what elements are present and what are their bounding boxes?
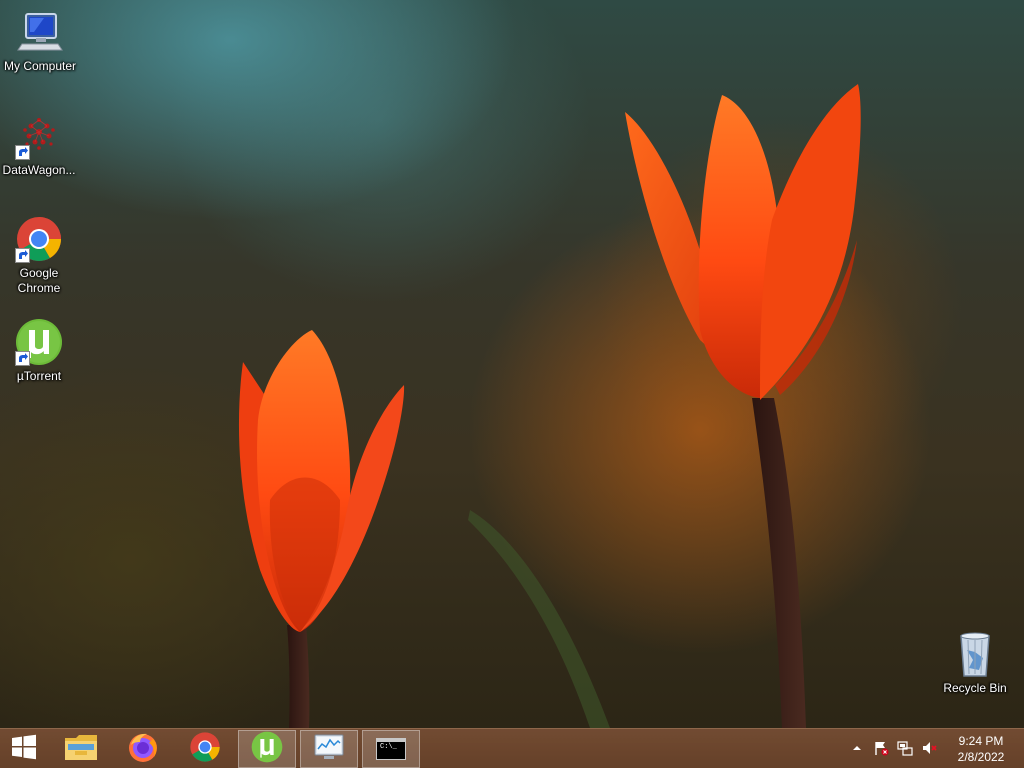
desktop-icon-label: Recycle Bin: [943, 681, 1007, 695]
taskbar-firefox-button[interactable]: [114, 730, 172, 768]
desktop-icon-google-chrome[interactable]: Google Chrome: [0, 215, 79, 296]
taskbar-command-prompt-button[interactable]: C:\_: [362, 730, 420, 768]
recycle-bin-icon: [951, 630, 999, 678]
volume-muted-icon[interactable]: [920, 739, 938, 757]
taskbar-utorrent-button[interactable]: [238, 730, 296, 768]
desktop-icon-datawagon[interactable]: DataWagon...: [0, 112, 79, 178]
shortcut-arrow-icon: [15, 145, 30, 160]
tulips-illustration: [238, 84, 861, 728]
show-hidden-icons-chevron[interactable]: [848, 739, 866, 757]
desktop-icon-recycle-bin[interactable]: Recycle Bin: [935, 630, 1015, 696]
desktop-icon-label: µTorrent: [16, 369, 62, 383]
system-clock[interactable]: 9:24 PM 2/8/2022: [946, 733, 1016, 765]
shortcut-arrow-icon: [15, 351, 30, 366]
desktop-icon-my-computer[interactable]: My Computer: [0, 8, 80, 74]
desktop-icon-label: My Computer: [3, 59, 77, 73]
utorrent-icon: [251, 731, 283, 768]
terminal-icon: C:\_: [376, 738, 406, 760]
datawagon-icon: [15, 112, 63, 160]
terminal-prompt-text: C:\_: [380, 743, 397, 751]
network-icon[interactable]: [896, 739, 914, 757]
taskbar-resource-monitor-button[interactable]: [300, 730, 358, 768]
taskbar-file-explorer-button[interactable]: [52, 730, 110, 768]
taskbar-chrome-button[interactable]: [176, 730, 234, 768]
windows-logo-icon: [11, 734, 37, 765]
action-center-flag-icon[interactable]: [872, 739, 890, 757]
chrome-icon: [15, 215, 63, 263]
desktop-icon-utorrent[interactable]: µTorrent: [0, 318, 79, 384]
folder-icon: [64, 732, 98, 767]
clock-date: 2/8/2022: [957, 750, 1005, 764]
utorrent-icon: [15, 318, 63, 366]
desktop-icon-label: DataWagon...: [2, 163, 76, 177]
firefox-icon: [127, 731, 159, 768]
taskbar: C:\_ 9:24 PM 2/8/2022: [0, 728, 1024, 768]
monitor-chart-icon: [313, 732, 345, 767]
desktop-wallpaper: [0, 0, 1024, 768]
shortcut-arrow-icon: [15, 248, 30, 263]
clock-time: 9:24 PM: [958, 734, 1004, 748]
start-button[interactable]: [0, 730, 48, 768]
computer-icon: [16, 8, 64, 56]
chrome-icon: [189, 731, 221, 768]
desktop-icon-label: Google Chrome: [17, 266, 61, 295]
